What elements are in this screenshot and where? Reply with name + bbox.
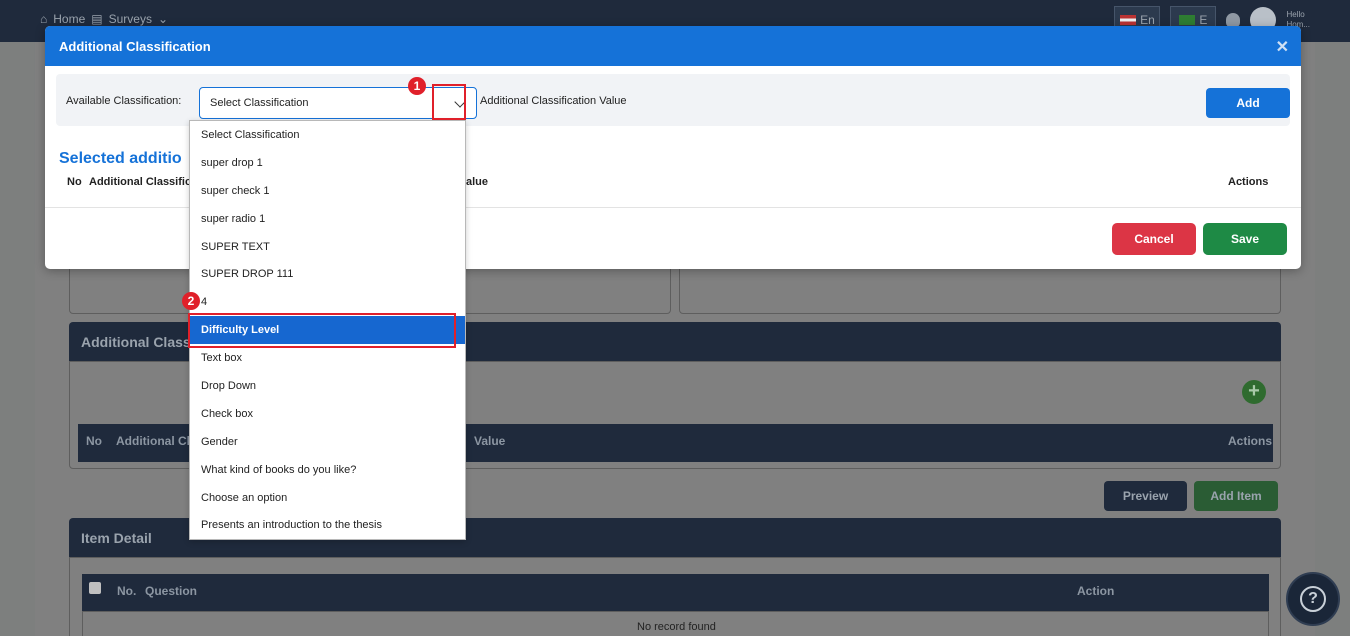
dropdown-option[interactable]: Gender xyxy=(190,428,465,456)
help-button[interactable]: ? xyxy=(1286,572,1340,626)
add-item-button[interactable]: Add Item xyxy=(1194,481,1278,511)
col-no: No xyxy=(67,176,82,188)
dropdown-option[interactable]: super drop 1 xyxy=(190,149,465,177)
close-icon[interactable]: ✕ xyxy=(1276,37,1289,57)
flag-icon xyxy=(1179,15,1196,25)
add-classification-icon[interactable]: + xyxy=(1242,380,1266,404)
modal-title: Additional Classification xyxy=(59,38,211,54)
dropdown-option[interactable]: Check box xyxy=(190,400,465,428)
bell-icon[interactable] xyxy=(1226,13,1241,27)
dropdown-option[interactable]: Select Classification xyxy=(190,121,465,149)
annotation-badge-2: 2 xyxy=(182,292,200,310)
nav-links: ⌂ Home ▤ Surveys ⌄ xyxy=(40,12,168,26)
dropdown-option[interactable]: SUPER DROP 111 xyxy=(190,260,465,288)
col-value: alue xyxy=(466,176,489,188)
preview-button[interactable]: Preview xyxy=(1104,481,1187,511)
us-flag-icon xyxy=(1120,15,1137,25)
selected-section-title: Selected additio xyxy=(59,150,182,167)
classification-value-label: Additional Classification Value xyxy=(480,95,627,107)
dropdown-option[interactable]: Presents an introduction to the thesis xyxy=(190,511,465,539)
dropdown-option[interactable]: Text box xyxy=(190,344,465,372)
dropdown-option[interactable]: What kind of books do you like? xyxy=(190,456,465,484)
select-value: Select Classification xyxy=(210,97,309,109)
nav-home[interactable]: Home xyxy=(53,12,85,26)
no-record-text: No record found xyxy=(637,621,716,633)
annotation-badge-1: 1 xyxy=(408,77,426,95)
save-button[interactable]: Save xyxy=(1203,223,1287,255)
dropdown-option[interactable]: Drop Down xyxy=(190,372,465,400)
annotation-box-2 xyxy=(188,313,456,348)
dropdown-option[interactable]: super radio 1 xyxy=(190,205,465,233)
select-all-checkbox[interactable] xyxy=(89,582,101,594)
available-classification-label: Available Classification: xyxy=(66,95,182,107)
question-icon: ? xyxy=(1300,586,1326,612)
modal-header: Additional Classification ✕ xyxy=(45,26,1301,66)
chevron-down-icon[interactable]: ⌄ xyxy=(158,12,168,26)
background-panel-right xyxy=(679,262,1281,314)
item-table-header: No. Question Action xyxy=(82,574,1269,611)
dropdown-option[interactable]: Choose an option xyxy=(190,484,465,512)
cancel-button[interactable]: Cancel xyxy=(1112,223,1196,255)
annotation-box-1 xyxy=(432,84,466,120)
col-actions: Actions xyxy=(1228,176,1269,188)
home-icon[interactable]: ⌂ xyxy=(40,12,47,26)
dropdown-option[interactable]: super check 1 xyxy=(190,177,465,205)
add-button[interactable]: Add xyxy=(1206,88,1290,118)
nav-surveys[interactable]: Surveys xyxy=(109,12,152,26)
dropdown-option[interactable]: SUPER TEXT xyxy=(190,233,465,261)
col-classification: Additional Classific xyxy=(89,176,192,188)
surveys-icon[interactable]: ▤ xyxy=(91,12,102,26)
classification-filter-row: Available Classification: Select Classif… xyxy=(56,74,1290,126)
empty-row: No record found xyxy=(82,611,1269,636)
